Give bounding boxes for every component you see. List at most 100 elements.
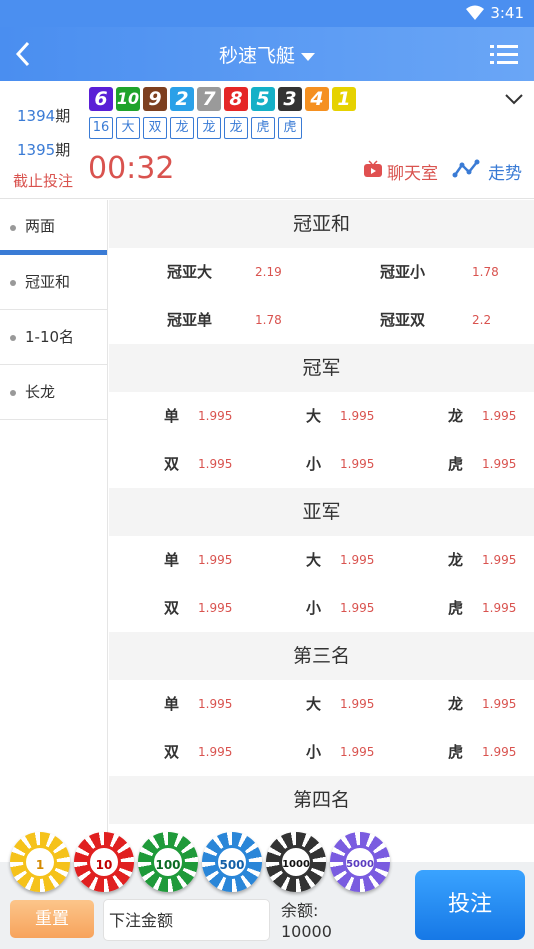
bullet-dot-icon xyxy=(10,390,16,396)
result-number-ball: 10 xyxy=(116,87,140,111)
bet-option-odds[interactable]: 1.995 xyxy=(198,680,232,728)
result-number-ball: 6 xyxy=(89,87,113,111)
bet-option-odds[interactable]: 2.19 xyxy=(255,248,282,296)
bet-option-label[interactable]: 龙 xyxy=(448,680,463,728)
chip-10[interactable]: 10 xyxy=(74,832,134,892)
result-number-ball: 4 xyxy=(305,87,329,111)
game-title-dropdown[interactable]: 秒速飞艇 xyxy=(0,41,534,68)
trend-link[interactable]: 走势 xyxy=(452,159,522,184)
chip-5000[interactable]: 5000 xyxy=(330,832,390,892)
section-header: 第四名 xyxy=(109,776,534,824)
draw-result-tags: 16 大双龙龙龙虎虎 xyxy=(89,117,302,139)
current-period: 1395期 xyxy=(17,141,71,159)
odds-row: 双 1.995 小 1.995 虎 1.995 xyxy=(109,440,534,488)
bet-option-odds[interactable]: 2.2 xyxy=(472,296,491,344)
section-header: 第三名 xyxy=(109,632,534,680)
bet-option-odds[interactable]: 1.995 xyxy=(198,440,232,488)
chip-500[interactable]: 500 xyxy=(202,832,262,892)
bet-option-label[interactable]: 虎 xyxy=(448,584,463,632)
odds-row: 单 1.995 大 1.995 龙 1.995 xyxy=(109,536,534,584)
bet-option-label[interactable]: 龙 xyxy=(448,392,463,440)
bet-option-label[interactable]: 大 xyxy=(306,680,321,728)
bet-option-odds[interactable]: 1.995 xyxy=(340,728,374,776)
result-number-ball: 3 xyxy=(278,87,302,111)
chip-1000[interactable]: 1000 xyxy=(266,832,326,892)
bet-option-label[interactable]: 冠亚大 xyxy=(167,248,212,296)
bet-option-label[interactable]: 虎 xyxy=(448,440,463,488)
sidebar-item-label: 长龙 xyxy=(25,383,56,401)
result-tag: 龙 xyxy=(170,117,194,139)
chip-100[interactable]: 100 xyxy=(138,832,198,892)
bet-option-label[interactable]: 大 xyxy=(306,392,321,440)
bet-option-odds[interactable]: 1.995 xyxy=(482,680,516,728)
sidebar-item[interactable]: 两面 xyxy=(0,200,107,255)
odds-row: 单 1.995 大 1.995 龙 1.995 xyxy=(109,680,534,728)
bet-amount-input[interactable] xyxy=(103,899,270,941)
chip-selector: 1 10 100 500 1000 5000 xyxy=(0,830,534,894)
bet-option-label[interactable]: 小 xyxy=(306,584,321,632)
odds-row: 双 1.995 小 1.995 虎 1.995 xyxy=(109,728,534,776)
sidebar-item[interactable]: 1-10名 xyxy=(0,310,107,365)
bet-option-odds[interactable]: 1.995 xyxy=(482,440,516,488)
chat-room-link[interactable]: 聊天室 xyxy=(363,159,438,184)
sidebar-item-label: 两面 xyxy=(25,217,56,235)
bet-option-label[interactable]: 龙 xyxy=(448,536,463,584)
result-number-ball: 2 xyxy=(170,87,194,111)
bet-option-odds[interactable]: 1.995 xyxy=(482,392,516,440)
bet-option-odds[interactable]: 1.995 xyxy=(482,536,516,584)
bet-option-label[interactable]: 小 xyxy=(306,728,321,776)
bet-option-label[interactable]: 冠亚单 xyxy=(167,296,212,344)
bet-option-odds[interactable]: 1.995 xyxy=(482,728,516,776)
tv-icon xyxy=(363,160,383,183)
trend-label: 走势 xyxy=(488,164,522,184)
bet-option-odds[interactable]: 1.995 xyxy=(340,392,374,440)
bet-option-odds[interactable]: 1.995 xyxy=(198,584,232,632)
result-number-ball: 7 xyxy=(197,87,221,111)
bet-option-odds[interactable]: 1.78 xyxy=(255,296,282,344)
sidebar-item[interactable]: 长龙 xyxy=(0,365,107,420)
odds-row: 单 1.995 大 1.995 龙 1.995 xyxy=(109,392,534,440)
chip-value: 10 xyxy=(87,845,121,879)
bet-option-label[interactable]: 大 xyxy=(306,536,321,584)
result-tag: 虎 xyxy=(278,117,302,139)
odds-row: 冠亚大 2.19 冠亚小 1.78 xyxy=(109,248,534,296)
chevron-down-icon[interactable] xyxy=(504,91,524,105)
caret-down-icon xyxy=(301,45,316,67)
bet-option-label[interactable]: 单 xyxy=(164,536,179,584)
chip-value: 1000 xyxy=(279,845,313,879)
trend-icon xyxy=(452,159,480,184)
bet-option-label[interactable]: 单 xyxy=(164,392,179,440)
bet-option-label[interactable]: 双 xyxy=(164,728,179,776)
bet-option-odds[interactable]: 1.995 xyxy=(340,680,374,728)
result-number-ball: 5 xyxy=(251,87,275,111)
wifi-icon xyxy=(466,5,484,25)
result-tag: 虎 xyxy=(251,117,275,139)
bet-option-odds[interactable]: 1.78 xyxy=(472,248,499,296)
reset-button[interactable]: 重置 xyxy=(10,900,94,938)
bet-option-odds[interactable]: 1.995 xyxy=(340,440,374,488)
bet-option-label[interactable]: 冠亚小 xyxy=(380,248,425,296)
bet-option-odds[interactable]: 1.995 xyxy=(340,584,374,632)
bet-option-label[interactable]: 小 xyxy=(306,440,321,488)
section-header: 冠军 xyxy=(109,344,534,392)
bet-option-label[interactable]: 双 xyxy=(164,440,179,488)
sidebar-item-label: 1-10名 xyxy=(25,328,75,346)
bet-option-odds[interactable]: 1.995 xyxy=(198,728,232,776)
chip-value: 100 xyxy=(151,845,185,879)
list-icon[interactable] xyxy=(490,43,518,65)
bet-option-label[interactable]: 虎 xyxy=(448,728,463,776)
chip-1[interactable]: 1 xyxy=(10,832,70,892)
bet-option-odds[interactable]: 1.995 xyxy=(340,536,374,584)
bet-option-odds[interactable]: 1.995 xyxy=(198,392,232,440)
previous-period: 1394期 xyxy=(17,107,71,125)
bet-option-label[interactable]: 单 xyxy=(164,680,179,728)
bet-option-odds[interactable]: 1.995 xyxy=(198,536,232,584)
bullet-dot-icon xyxy=(10,280,16,286)
bet-option-label[interactable]: 双 xyxy=(164,584,179,632)
sidebar-item[interactable]: 冠亚和 xyxy=(0,255,107,310)
countdown-timer: 00:32 xyxy=(88,151,175,186)
chip-value: 5000 xyxy=(343,845,377,879)
bet-option-odds[interactable]: 1.995 xyxy=(482,584,516,632)
balance-value: 10000 xyxy=(281,922,332,941)
bet-option-label[interactable]: 冠亚双 xyxy=(380,296,425,344)
